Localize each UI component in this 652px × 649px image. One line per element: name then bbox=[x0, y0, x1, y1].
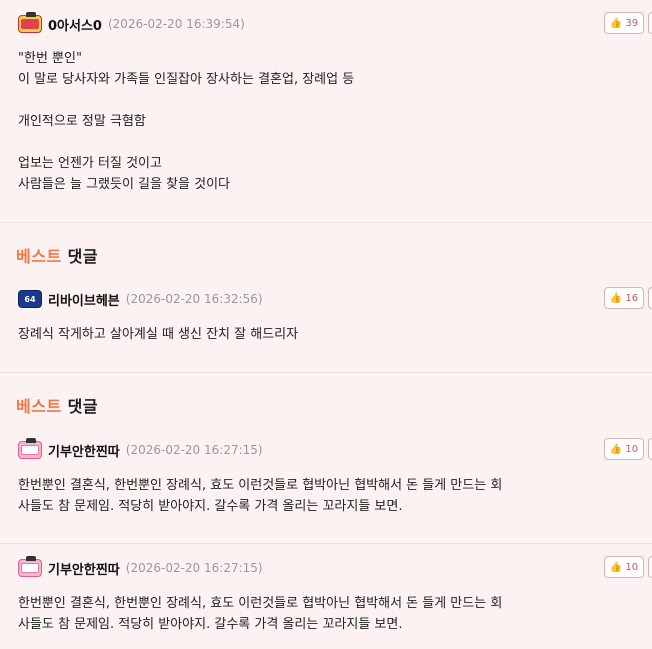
dislike-button[interactable] bbox=[648, 438, 652, 460]
like-count: 10 bbox=[625, 443, 639, 455]
comment-divider bbox=[0, 543, 652, 544]
like-count: 10 bbox=[625, 561, 639, 573]
like-button[interactable]: 👍 16 bbox=[604, 287, 644, 309]
dislike-button[interactable] bbox=[648, 12, 652, 34]
user-level-badge-icon: 64 bbox=[18, 290, 42, 308]
comment-divider bbox=[0, 222, 652, 223]
comment-header: 기부안한찐따 (2026-02-20 16:27:15) bbox=[18, 438, 263, 460]
comment-body: 장례식 작게하고 살아계실 때 생신 잔치 잘 해드리자 bbox=[18, 327, 299, 342]
thumbs-up-icon: 👍 bbox=[609, 561, 623, 573]
comment-date: (2026-02-20 16:27:15) bbox=[125, 561, 263, 575]
comment-header: 0아서스0 (2026-02-20 16:39:54) bbox=[18, 12, 245, 34]
comment-list: 0아서스0 (2026-02-20 16:39:54) 👍 39 "한번 뿐인"… bbox=[0, 0, 652, 649]
comment-header: 기부안한찐따 (2026-02-20 16:27:15) bbox=[18, 556, 263, 578]
user-level-badge-icon bbox=[18, 12, 42, 33]
like-count: 39 bbox=[625, 17, 639, 29]
thumbs-up-icon: 👍 bbox=[609, 292, 623, 304]
dislike-button[interactable] bbox=[648, 287, 652, 309]
like-button[interactable]: 👍 39 bbox=[604, 12, 644, 34]
like-button[interactable]: 👍 10 bbox=[604, 556, 644, 578]
comment-nickname[interactable]: 기부안한찐따 bbox=[48, 559, 120, 578]
comment-body: "한번 뿐인" 이 말로 당사자와 가족들 인질잡아 장사하는 결혼업, 장례업… bbox=[18, 51, 355, 192]
comment-date: (2026-02-20 16:32:56) bbox=[125, 292, 263, 306]
comment-header: 64 리바이브헤븐 (2026-02-20 16:32:56) bbox=[18, 289, 263, 309]
comment-nickname[interactable]: 0아서스0 bbox=[48, 15, 102, 34]
comment-nickname[interactable]: 기부안한찐따 bbox=[48, 441, 120, 460]
comment-divider bbox=[0, 372, 652, 373]
best-comment-label: 베스트 댓글 bbox=[16, 247, 99, 266]
like-button[interactable]: 👍 10 bbox=[604, 438, 644, 460]
dislike-button[interactable] bbox=[648, 556, 652, 578]
best-comment-label: 베스트 댓글 bbox=[16, 397, 99, 416]
comment-date: (2026-02-20 16:27:15) bbox=[125, 443, 263, 457]
comment-nickname[interactable]: 리바이브헤븐 bbox=[48, 290, 120, 309]
comment-date: (2026-02-20 16:39:54) bbox=[107, 17, 245, 31]
thumbs-up-icon: 👍 bbox=[609, 443, 623, 455]
user-level-badge-icon bbox=[18, 556, 42, 577]
comment-body: 한번뿐인 결혼식, 한번뿐인 장례식, 효도 이런것들로 협박아닌 협박해서 돈… bbox=[18, 596, 503, 632]
user-level-badge-icon bbox=[18, 438, 42, 459]
like-count: 16 bbox=[625, 292, 639, 304]
thumbs-up-icon: 👍 bbox=[609, 17, 623, 29]
comment-body: 한번뿐인 결혼식, 한번뿐인 장례식, 효도 이런것들로 협박아닌 협박해서 돈… bbox=[18, 478, 503, 514]
